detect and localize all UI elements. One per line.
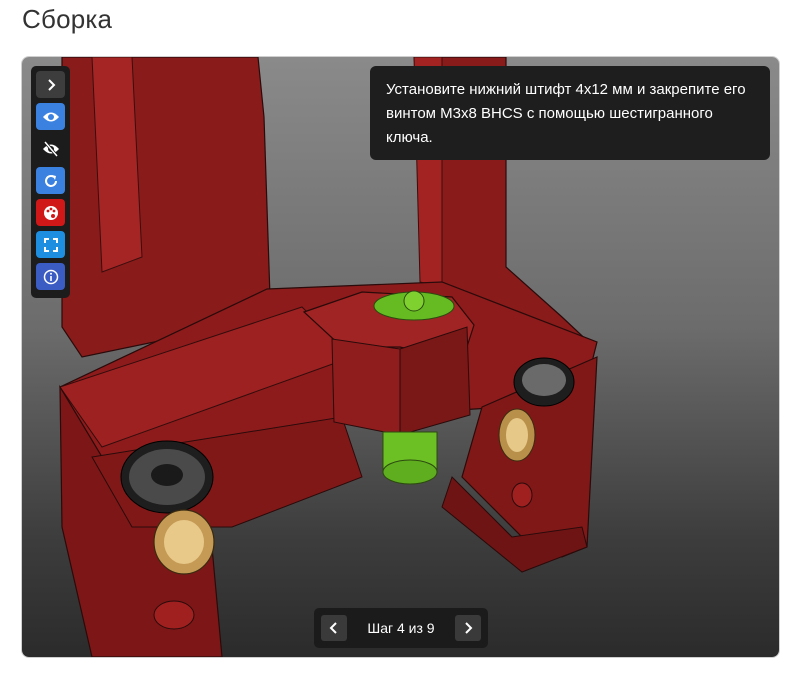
step-navigator: Шаг 4 из 9 — [314, 608, 488, 648]
eye-off-icon — [42, 140, 59, 157]
next-step-button[interactable] — [455, 615, 481, 641]
step-instruction-tooltip: Установите нижний штифт 4x12 мм и закреп… — [370, 66, 770, 160]
chevron-right-icon — [47, 78, 55, 91]
step-instruction-text: Установите нижний штифт 4x12 мм и закреп… — [386, 81, 746, 146]
previous-step-button[interactable] — [321, 615, 347, 641]
show-parts-button[interactable] — [36, 103, 65, 130]
palette-icon — [43, 205, 58, 220]
step-counter: Шаг 4 из 9 — [367, 620, 435, 636]
page-title: Сборка — [22, 4, 113, 34]
eye-icon — [42, 112, 59, 121]
color-button[interactable] — [36, 199, 65, 226]
expand-toolbar-button[interactable] — [36, 71, 65, 98]
info-button[interactable] — [36, 263, 65, 290]
reset-view-button[interactable] — [36, 167, 65, 194]
hide-parts-button[interactable] — [36, 135, 65, 162]
viewer-toolbar — [31, 66, 70, 298]
fullscreen-icon — [43, 237, 58, 252]
rotate-icon — [44, 174, 57, 187]
assembly-3d-viewer[interactable]: Установите нижний штифт 4x12 мм и закреп… — [22, 57, 779, 657]
chevron-right-icon — [465, 622, 473, 634]
fullscreen-button[interactable] — [36, 231, 65, 258]
chevron-left-icon — [329, 622, 337, 634]
info-icon — [43, 269, 58, 284]
